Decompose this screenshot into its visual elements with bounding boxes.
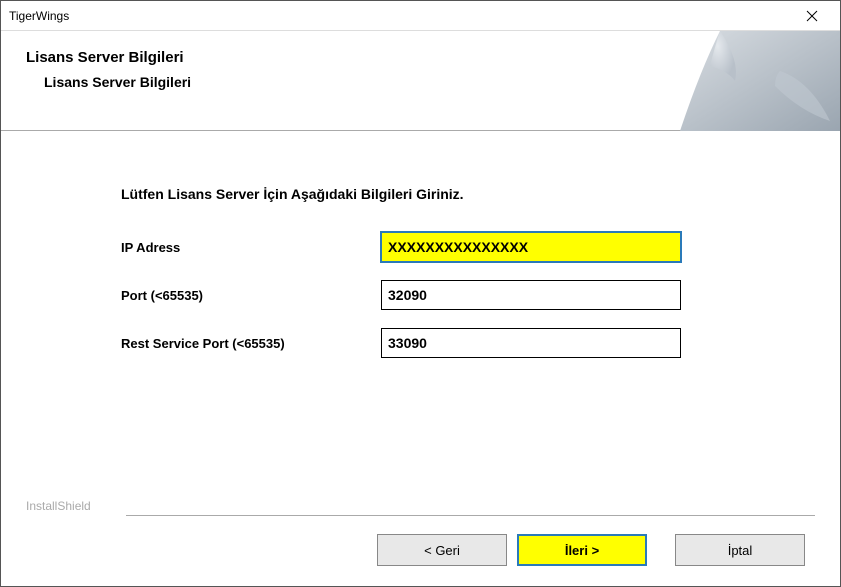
- port-input[interactable]: [381, 280, 681, 310]
- footer-divider: [126, 515, 815, 516]
- ip-input[interactable]: [381, 232, 681, 262]
- form-row-rest-port: Rest Service Port (<65535): [121, 328, 720, 358]
- button-row: < Geri İleri > İptal: [26, 534, 815, 566]
- content-area: Lütfen Lisans Server İçin Aşağıdaki Bilg…: [1, 131, 840, 358]
- port-label: Port (<65535): [121, 288, 381, 303]
- header-banner: Lisans Server Bilgileri Lisans Server Bi…: [1, 31, 840, 131]
- cancel-button[interactable]: İptal: [675, 534, 805, 566]
- titlebar: TigerWings: [1, 1, 840, 31]
- rest-port-label: Rest Service Port (<65535): [121, 336, 381, 351]
- next-button[interactable]: İleri >: [517, 534, 647, 566]
- ip-label: IP Adress: [121, 240, 381, 255]
- installshield-brand: InstallShield: [26, 499, 815, 513]
- close-button[interactable]: [792, 2, 832, 30]
- form-row-ip: IP Adress: [121, 232, 720, 262]
- installer-window: TigerWings Lisans Server Bilgileri Lisan…: [0, 0, 841, 587]
- banner-graphic-icon: [680, 31, 840, 131]
- instruction-text: Lütfen Lisans Server İçin Aşağıdaki Bilg…: [121, 186, 720, 202]
- rest-port-input[interactable]: [381, 328, 681, 358]
- back-button[interactable]: < Geri: [377, 534, 507, 566]
- close-icon: [806, 10, 818, 22]
- footer: InstallShield < Geri İleri > İptal: [1, 499, 840, 586]
- window-title: TigerWings: [9, 9, 69, 23]
- form-row-port: Port (<65535): [121, 280, 720, 310]
